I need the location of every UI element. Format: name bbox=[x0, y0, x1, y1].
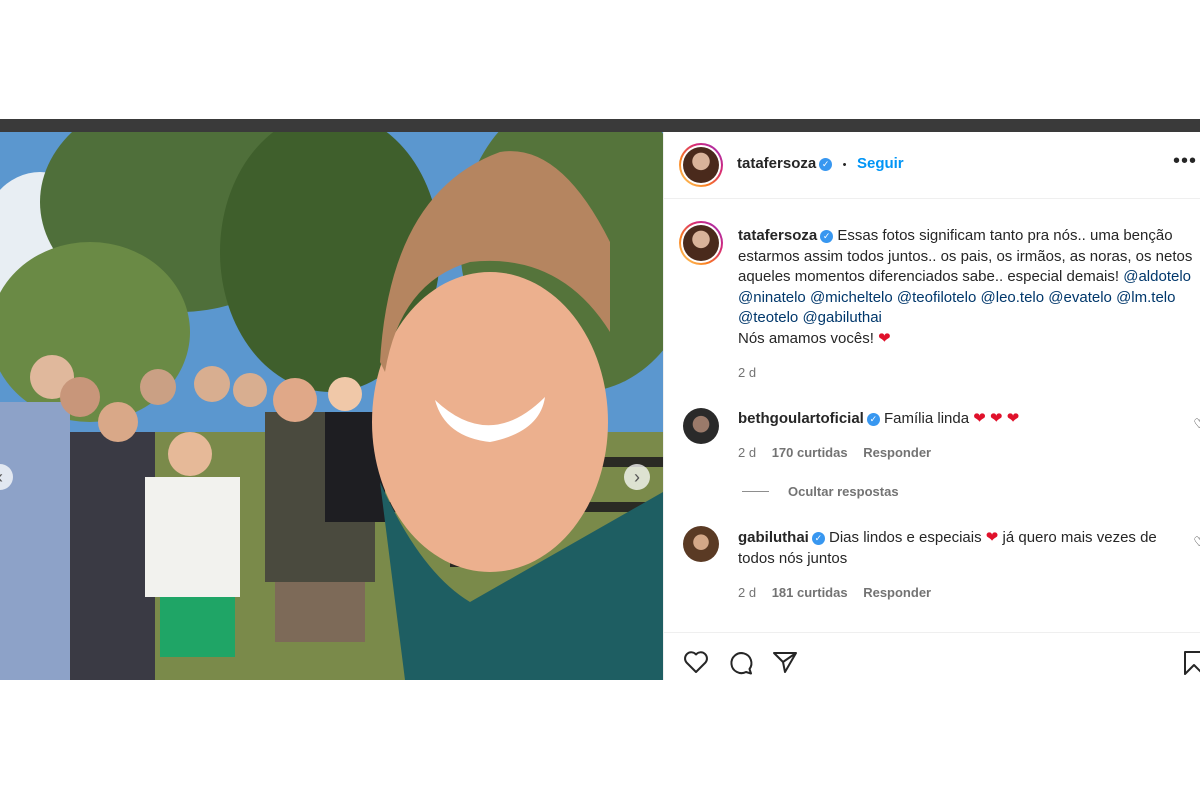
mention-link[interactable]: @micheltelo bbox=[810, 289, 893, 306]
caption-text-1: Essas fotos significam tanto pra nós.. u… bbox=[837, 227, 1173, 244]
comment-likes[interactable]: 170 curtidas bbox=[772, 445, 848, 460]
replies-line bbox=[742, 491, 769, 492]
reply-button[interactable]: Responder bbox=[863, 585, 931, 600]
comment-text: Dias lindos e especiais bbox=[829, 529, 982, 546]
mention-link[interactable]: @evatelo bbox=[1048, 289, 1112, 306]
mention-link[interactable]: @lm.telo bbox=[1116, 289, 1175, 306]
caption-text-2: estarmos assim todos juntos.. os pais, o… bbox=[738, 247, 1193, 265]
post-image bbox=[0, 132, 663, 680]
author-avatar[interactable] bbox=[679, 143, 723, 187]
caption-closing: Nós amamos vocês! bbox=[738, 329, 874, 347]
mention-link[interactable]: @ninatelo bbox=[738, 289, 806, 306]
post-side-panel: tatafersoza ✓ • Seguir ••• tatafersoza ✓ E… bbox=[663, 132, 1200, 680]
caption-username[interactable]: tatafersoza bbox=[738, 227, 817, 244]
author-line: tatafersoza ✓ • Seguir bbox=[737, 155, 904, 173]
comment-like-icon[interactable]: ♡ bbox=[1193, 534, 1200, 550]
heart-emoji-icon: ❤ ❤ ❤ bbox=[973, 410, 1020, 427]
save-icon[interactable] bbox=[1183, 650, 1200, 676]
share-icon[interactable] bbox=[772, 650, 798, 674]
mention-link[interactable]: @aldotelo bbox=[1123, 268, 1191, 285]
comment-text: todos nós juntos bbox=[738, 550, 848, 567]
comment-meta: 2 d 170 curtidas Responder bbox=[738, 443, 1200, 463]
caption: tatafersoza ✓ Essas fotos significam tant… bbox=[738, 226, 1200, 384]
commenter-avatar[interactable] bbox=[683, 408, 719, 444]
commenter-avatar[interactable] bbox=[683, 526, 719, 562]
comment-text: Família linda bbox=[884, 410, 970, 427]
action-bar bbox=[664, 632, 1200, 680]
comment-text: já quero mais vezes de bbox=[1002, 529, 1157, 546]
post-header: tatafersoza ✓ • Seguir ••• bbox=[664, 132, 1200, 199]
verified-icon: ✓ bbox=[811, 532, 825, 545]
heart-emoji-icon: ❤ bbox=[878, 329, 891, 347]
caption-avatar[interactable] bbox=[679, 221, 723, 265]
next-arrow-icon[interactable]: › bbox=[624, 464, 650, 490]
comment-icon[interactable] bbox=[728, 650, 754, 676]
comment-like-icon[interactable]: ♡ bbox=[1193, 416, 1200, 432]
mention-link[interactable]: @teofilotelo bbox=[897, 289, 976, 306]
post-photo[interactable]: ‹ › bbox=[0, 132, 663, 680]
verified-icon: ✓ bbox=[820, 230, 834, 243]
follow-button[interactable]: Seguir bbox=[857, 155, 904, 172]
reply-button[interactable]: Responder bbox=[863, 445, 931, 460]
mention-link[interactable]: @teotelo bbox=[738, 309, 798, 326]
comment-time[interactable]: 2 d bbox=[738, 445, 756, 460]
like-icon[interactable] bbox=[683, 650, 709, 674]
mention-link[interactable]: @leo.telo bbox=[981, 289, 1045, 306]
comment-username[interactable]: bethgoulartoficial bbox=[738, 410, 864, 427]
hide-replies-button[interactable]: Ocultar respostas bbox=[788, 484, 899, 499]
verified-icon: ✓ bbox=[866, 413, 880, 426]
comment: bethgoulartoficial ✓ Família linda ❤ ❤ ❤ … bbox=[738, 409, 1200, 463]
comment-likes[interactable]: 181 curtidas bbox=[772, 585, 848, 600]
more-icon[interactable]: ••• bbox=[1173, 150, 1197, 173]
mention-link[interactable]: @gabiluthai bbox=[802, 309, 881, 326]
verified-icon: ✓ bbox=[819, 158, 833, 171]
caption-text-3: aqueles momentos diferenciados sabe.. es… bbox=[738, 268, 1120, 285]
comment-username[interactable]: gabiluthai bbox=[738, 529, 809, 546]
caption-time: 2 d bbox=[738, 365, 757, 380]
browser-top-bar bbox=[0, 119, 1200, 132]
comment-meta: 2 d 181 curtidas Responder bbox=[738, 582, 1200, 603]
heart-emoji-icon: ❤ bbox=[985, 529, 999, 546]
comment-time[interactable]: 2 d bbox=[738, 585, 756, 600]
author-username[interactable]: tatafersoza bbox=[737, 155, 816, 172]
comment: gabiluthai ✓ Dias lindos e especiais ❤ já… bbox=[738, 527, 1200, 603]
dot-separator: • bbox=[842, 159, 847, 171]
